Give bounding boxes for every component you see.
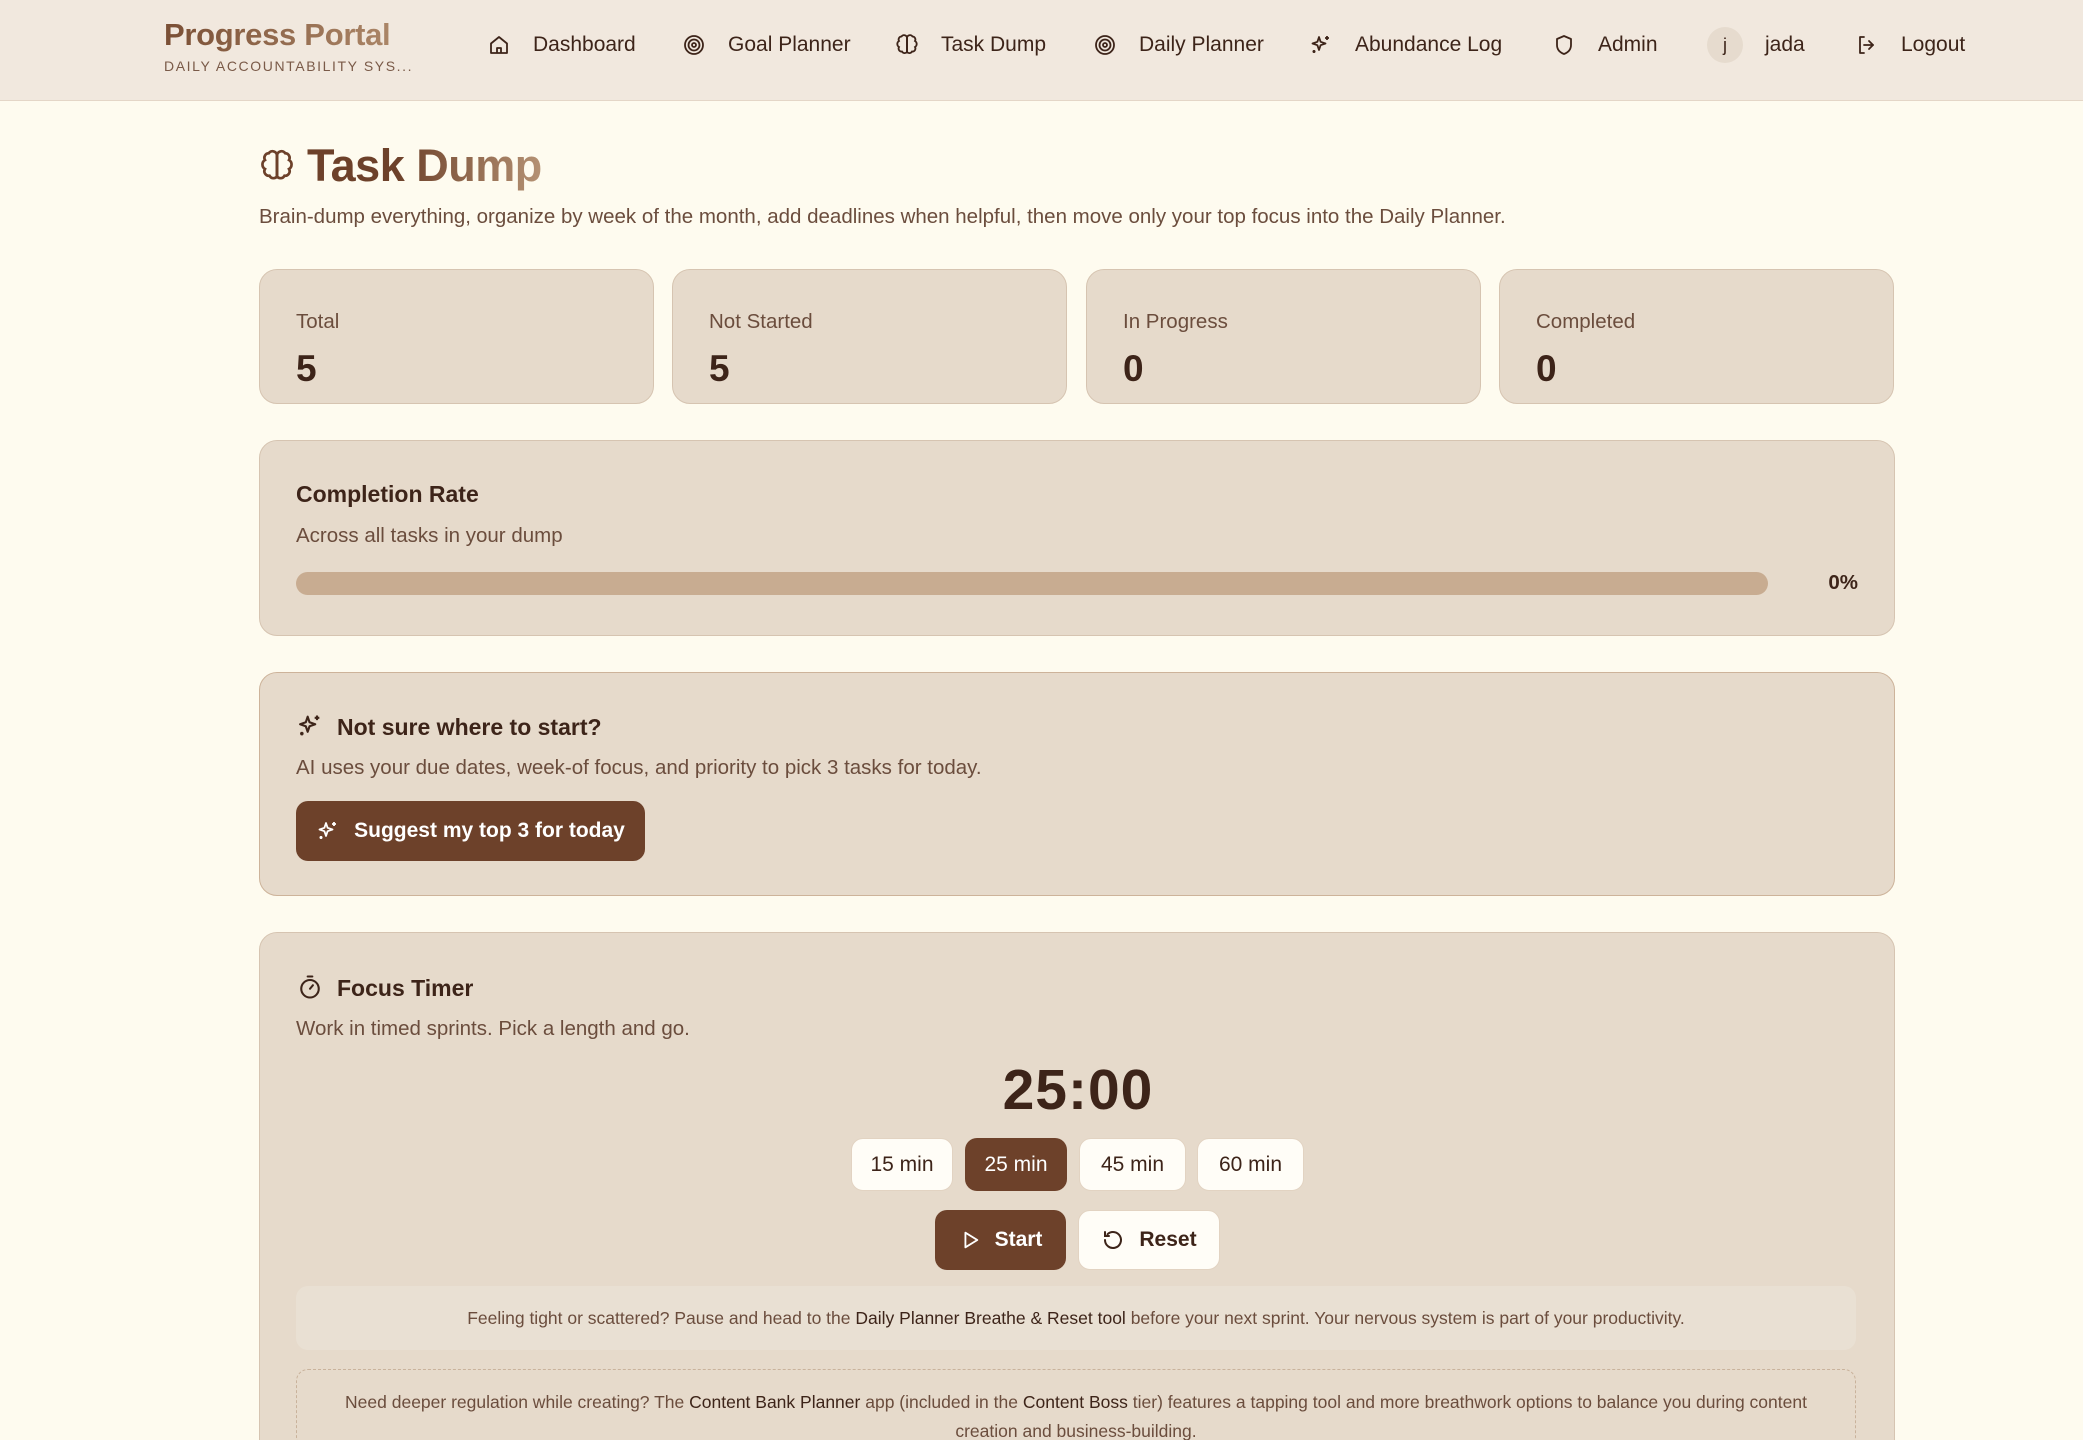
- nav-task-dump-label: Task Dump: [941, 33, 1047, 56]
- timer-title: Focus Timer: [337, 975, 474, 1001]
- completion-title: Completion Rate: [296, 481, 479, 507]
- note-text-pre: Feeling tight or scattered? Pause and he…: [467, 1307, 851, 1328]
- brand[interactable]: Progress Portal DAILY ACCOUNTABILITY SYS…: [164, 16, 413, 74]
- target-icon: [684, 35, 704, 55]
- user-name: jada: [1765, 33, 1805, 56]
- completion-percent: 0%: [1828, 571, 1858, 594]
- suggest-top-3-button[interactable]: Suggest my top 3 for today: [296, 801, 645, 861]
- content-bank-planner-link[interactable]: Content Bank Planner: [689, 1392, 860, 1412]
- deeper-regulation-note: Need deeper regulation while creating? T…: [296, 1369, 1856, 1440]
- nav-goal-planner-label: Goal Planner: [728, 33, 851, 56]
- suggest-description: AI uses your due dates, week-of focus, a…: [296, 756, 982, 779]
- duration-45-button[interactable]: 45 min: [1079, 1138, 1186, 1191]
- suggest-button-label: Suggest my top 3 for today: [354, 819, 625, 842]
- avatar: j: [1707, 27, 1743, 63]
- page-heading: Task Dump: [259, 140, 542, 192]
- nav-admin-label: Admin: [1598, 33, 1658, 56]
- start-label: Start: [994, 1228, 1043, 1251]
- sparkles-icon: [318, 822, 337, 839]
- duration-25-button[interactable]: 25 min: [965, 1138, 1067, 1191]
- brain-icon: [896, 34, 918, 54]
- duration-label: 60 min: [1218, 1152, 1283, 1176]
- breathe-reset-note: Feeling tight or scattered? Pause and he…: [296, 1286, 1856, 1350]
- reset-icon: [1104, 1231, 1123, 1249]
- nav-admin[interactable]: Admin: [1552, 0, 1658, 90]
- reset-button[interactable]: Reset: [1078, 1210, 1220, 1270]
- stat-label: Total: [296, 310, 340, 333]
- stat-card-total: Total 5: [259, 269, 654, 404]
- stat-card-in-progress: In Progress 0: [1086, 269, 1481, 404]
- page-description: Brain-dump everything, organize by week …: [259, 205, 1506, 228]
- logout-icon: [1859, 36, 1874, 54]
- suggest-title: Not sure where to start?: [337, 714, 602, 740]
- play-icon: [964, 1231, 978, 1249]
- start-button[interactable]: Start: [935, 1210, 1066, 1270]
- deeper-text-pre: Need deeper regulation while creating? T…: [345, 1392, 685, 1412]
- timer-display: 25:00: [1002, 1058, 1154, 1122]
- timer-subtitle: Work in timed sprints. Pick a length and…: [296, 1017, 690, 1040]
- content-boss-tier: Content Boss: [1022, 1392, 1128, 1412]
- completion-progress-bar: [296, 572, 1768, 595]
- sparkles-icon: [1311, 36, 1329, 53]
- stat-card-not-started: Not Started 5: [672, 269, 1067, 404]
- stat-value: 5: [296, 348, 317, 389]
- stat-value: 0: [1123, 348, 1144, 389]
- nav-dashboard[interactable]: Dashboard: [487, 0, 636, 90]
- breathe-reset-link[interactable]: Daily Planner Breathe & Reset tool: [855, 1308, 1125, 1329]
- nav-abundance-log[interactable]: Abundance Log: [1309, 0, 1502, 90]
- nav-daily-planner-label: Daily Planner: [1139, 33, 1264, 56]
- top-nav-bar: Progress Portal DAILY ACCOUNTABILITY SYS…: [0, 0, 2083, 101]
- brand-title: Progress Portal: [164, 16, 413, 54]
- focus-timer-card: Focus Timer Work in timed sprints. Pick …: [259, 932, 1895, 1440]
- duration-15-button[interactable]: 15 min: [851, 1138, 953, 1191]
- logout-label: Logout: [1901, 33, 1966, 56]
- duration-label: 15 min: [870, 1152, 934, 1176]
- duration-60-button[interactable]: 60 min: [1197, 1138, 1304, 1191]
- timer-icon: [300, 975, 320, 999]
- nav-task-dump[interactable]: Task Dump: [895, 0, 1046, 90]
- nav-daily-planner[interactable]: Daily Planner: [1093, 0, 1264, 90]
- suggest-card: Not sure where to start? AI uses your du…: [259, 672, 1895, 896]
- sparkles-icon: [299, 715, 320, 736]
- stat-value: 0: [1536, 348, 1557, 389]
- brain-icon: [261, 149, 293, 180]
- note-text-post: before your next sprint. Your nervous sy…: [1130, 1307, 1685, 1328]
- nav-user[interactable]: j jada: [1707, 0, 1805, 90]
- deeper-text-mid: app (included in the: [865, 1392, 1018, 1412]
- stat-value: 5: [709, 348, 730, 389]
- stat-label: In Progress: [1123, 310, 1228, 333]
- brand-subtitle: DAILY ACCOUNTABILITY SYS...: [164, 58, 414, 74]
- nav-abundance-log-label: Abundance Log: [1355, 33, 1503, 56]
- stat-label: Completed: [1536, 310, 1636, 333]
- page-title: Task Dump: [307, 140, 542, 191]
- duration-label: 25 min: [984, 1152, 1048, 1176]
- target-icon: [1095, 35, 1115, 55]
- home-icon: [490, 36, 508, 54]
- stat-label: Not Started: [709, 310, 813, 333]
- nav-goal-planner[interactable]: Goal Planner: [682, 0, 851, 90]
- completion-subtitle: Across all tasks in your dump: [296, 524, 563, 547]
- nav-dashboard-label: Dashboard: [533, 33, 636, 56]
- shield-icon: [1556, 35, 1572, 55]
- duration-label: 45 min: [1100, 1152, 1165, 1176]
- reset-label: Reset: [1139, 1228, 1197, 1251]
- completion-rate-card: Completion Rate Across all tasks in your…: [259, 440, 1895, 636]
- logout-button[interactable]: Logout: [1855, 0, 1965, 90]
- stat-card-completed: Completed 0: [1499, 269, 1894, 404]
